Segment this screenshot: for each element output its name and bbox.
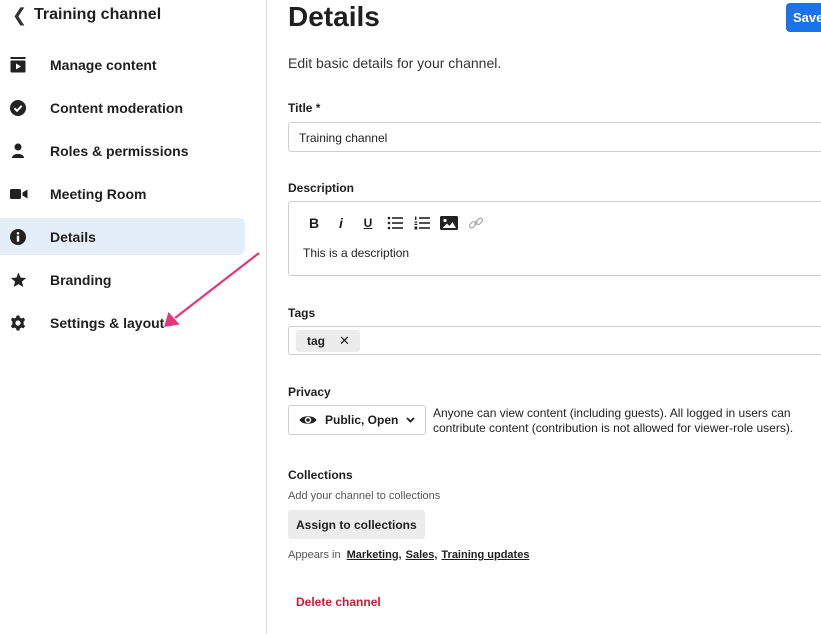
play-icon	[10, 56, 50, 74]
title-label: Title *	[288, 101, 321, 115]
privacy-label: Privacy	[288, 385, 331, 399]
numbered-list-icon[interactable]	[411, 214, 433, 232]
image-icon[interactable]	[438, 214, 460, 232]
tag-chip: tag ✕	[296, 330, 360, 352]
bold-button[interactable]: B	[303, 214, 325, 232]
bullet-list-icon[interactable]	[384, 214, 406, 232]
description-editor[interactable]: B i U This is a description	[288, 201, 821, 276]
underline-button[interactable]: U	[357, 214, 379, 232]
privacy-value: Public, Open	[325, 413, 399, 427]
eye-icon	[299, 414, 317, 426]
collection-link-training-updates[interactable]: Training updates	[441, 549, 529, 561]
star-icon	[10, 271, 50, 289]
italic-button[interactable]: i	[330, 214, 352, 232]
privacy-dropdown[interactable]: Public, Open	[288, 405, 426, 435]
description-text: This is a description	[303, 246, 410, 260]
link-icon[interactable]	[465, 214, 487, 232]
sidebar-item-meeting-room[interactable]: Meeting Room	[0, 175, 245, 212]
page-subtitle: Edit basic details for your channel.	[288, 55, 502, 71]
chevron-left-icon: ❮	[12, 4, 28, 25]
delete-channel-button[interactable]: Delete channel	[296, 595, 381, 609]
remove-tag-icon[interactable]: ✕	[339, 333, 350, 349]
save-button[interactable]: Save	[786, 3, 821, 32]
sidebar: ❮ Training channel Manage content Conten…	[0, 0, 267, 634]
info-icon	[10, 228, 50, 246]
description-label: Description	[288, 181, 355, 195]
gear-icon	[10, 314, 50, 332]
sidebar-item-content-moderation[interactable]: Content moderation	[0, 89, 245, 126]
collection-link-marketing[interactable]: Marketing,	[347, 549, 402, 561]
sidebar-item-settings-layout[interactable]: Settings & layout	[0, 304, 245, 341]
back-button[interactable]: ❮ Training channel	[12, 4, 161, 26]
video-camera-icon	[10, 185, 50, 203]
appears-in: Appears in Marketing, Sales, Training up…	[288, 549, 529, 561]
title-value: Training channel	[299, 131, 388, 145]
tag-label: tag	[307, 334, 325, 348]
details-panel: Details Save Edit basic details for your…	[288, 0, 821, 634]
sidebar-item-details[interactable]: Details	[0, 218, 245, 255]
appears-in-label: Appears in	[288, 549, 341, 561]
formatting-toolbar: B i U	[303, 214, 492, 232]
assign-to-collections-button[interactable]: Assign to collections	[288, 510, 425, 539]
sidebar-item-manage-content[interactable]: Manage content	[0, 46, 245, 83]
channel-name: Training channel	[34, 6, 162, 23]
sidebar-nav: Manage content Content moderation Roles …	[0, 46, 245, 347]
user-icon	[10, 142, 50, 160]
collection-link-sales[interactable]: Sales,	[406, 549, 438, 561]
tags-label: Tags	[288, 306, 316, 320]
page-title: Details	[288, 1, 380, 32]
tags-input[interactable]: tag ✕	[288, 326, 821, 355]
sidebar-item-branding[interactable]: Branding	[0, 261, 245, 298]
title-field[interactable]: Training channel	[288, 122, 821, 152]
collections-helper: Add your channel to collections	[288, 490, 441, 502]
sidebar-item-roles-permissions[interactable]: Roles & permissions	[0, 132, 245, 169]
privacy-description: Anyone can view content (including guest…	[433, 406, 794, 435]
check-circle-icon	[10, 99, 50, 117]
chevron-down-icon	[406, 417, 415, 423]
collections-label: Collections	[288, 468, 353, 482]
